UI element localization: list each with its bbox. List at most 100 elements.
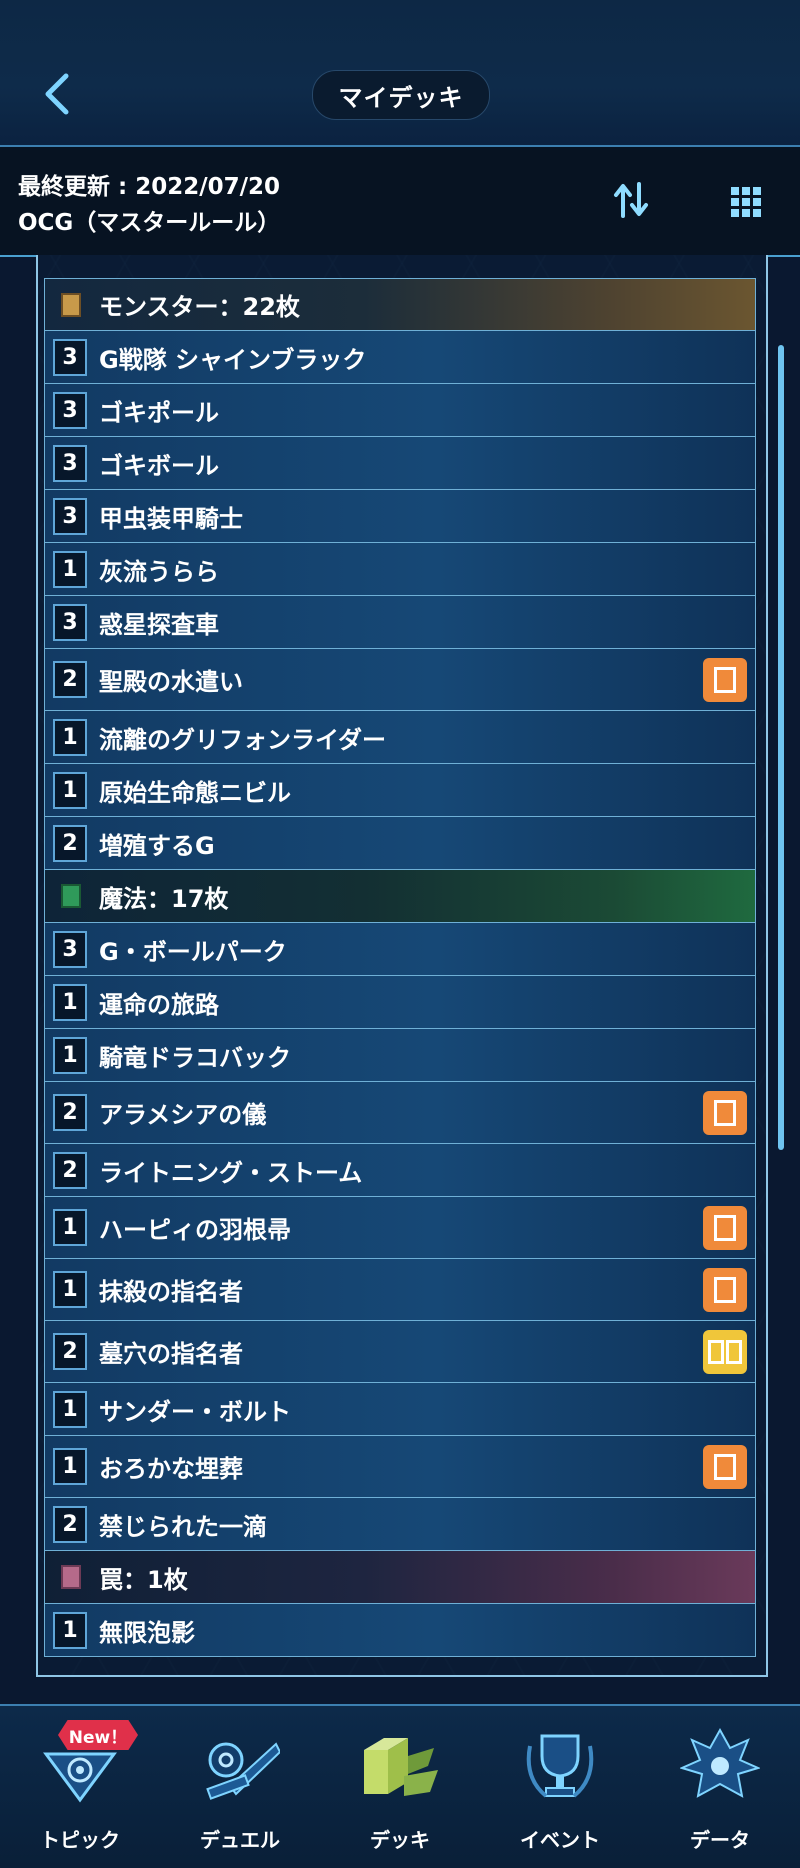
card-count: 2 [53,1333,87,1370]
nav-deck[interactable]: デッキ [320,1706,480,1868]
card-count: 3 [53,603,87,641]
list-item[interactable]: 1 抹殺の指名者 [44,1259,756,1321]
section-header-monster: モンスター：22枚 [44,278,756,331]
nav-label: デュエル [200,1828,280,1852]
card-name: 騎竜ドラコバック [99,1043,291,1072]
last-updated-text: 最終更新 : 2022/07/20 [18,174,281,200]
section-label: モンスター：22枚 [99,293,300,321]
card-name: 増殖するG [99,831,215,860]
deck-format-text: OCG（マスタールール） [18,210,281,236]
card-count: 1 [53,771,87,809]
grid-view-icon[interactable] [730,186,762,218]
card-name: アラメシアの儀 [99,1101,267,1129]
card-count: 3 [53,930,87,968]
list-item[interactable]: 1 サンダー・ボルト [44,1383,756,1436]
semi-limited-icon [703,1329,747,1374]
card-count: 1 [53,1611,87,1649]
nav-duel[interactable]: デュエル [160,1706,320,1868]
limited-icon [703,1444,747,1489]
bottom-nav: New！ トピック デュエル デッキ イベント データ [0,1704,800,1868]
card-name: 惑星探査車 [99,610,219,639]
top-bar: マイデッキ [0,0,800,147]
list-item[interactable]: 3 甲虫装甲騎士 [44,490,756,543]
list-item[interactable]: 3 ゴキポール [44,384,756,437]
card-count: 2 [53,824,87,862]
list-item[interactable]: 1 おろかな埋葬 [44,1436,756,1498]
list-item[interactable]: 3 ゴキボール [44,437,756,490]
card-count: 1 [53,1448,87,1485]
nav-event[interactable]: イベント [480,1706,640,1868]
monster-card-icon [61,292,81,317]
section-header-trap: 罠：1枚 [44,1551,756,1604]
card-count: 2 [53,1151,87,1189]
nav-label: データ [690,1828,750,1852]
card-name: おろかな埋葬 [99,1455,243,1483]
sort-arrows-icon[interactable] [612,180,650,220]
card-name: 聖殿の水遣い [99,668,243,696]
section-label: 魔法：17枚 [99,884,229,913]
card-name: 抹殺の指名者 [99,1278,243,1306]
limited-icon [703,1090,747,1135]
trophy-icon [526,1734,594,1798]
card-count: 2 [53,661,87,698]
list-item[interactable]: 2 禁じられた一滴 [44,1498,756,1551]
card-name: G戦隊 シャインブラック [99,345,367,374]
list-item[interactable]: 1 原始生命態ニビル [44,764,756,817]
card-count: 3 [53,338,87,376]
card-name: 禁じられた一滴 [99,1512,267,1541]
limited-icon [703,1267,747,1312]
nav-label: イベント [520,1828,600,1852]
section-label: 罠：1枚 [99,1565,188,1594]
card-name: 運命の旅路 [99,990,219,1019]
list-item[interactable]: 3 G・ボールパーク [44,923,756,976]
duel-disk-icon [206,1742,280,1800]
list-item[interactable]: 2 ライトニング・ストーム [44,1144,756,1197]
page-title: マイデッキ [312,70,490,120]
card-name: 原始生命態ニビル [99,778,291,807]
list-item[interactable]: 1 ハーピィの羽根帚 [44,1197,756,1259]
limited-icon [703,1205,747,1250]
card-count: 3 [53,497,87,535]
card-name: 墓穴の指名者 [99,1340,243,1368]
card-count: 1 [53,1271,87,1308]
deck-info-bar: 最終更新 : 2022/07/20 OCG（マスタールール） [0,147,800,257]
card-count: 1 [53,1390,87,1428]
list-item[interactable]: 1 無限泡影 [44,1604,756,1657]
list-item[interactable]: 1 運命の旅路 [44,976,756,1029]
card-count: 3 [53,444,87,482]
nav-data[interactable]: データ [640,1706,800,1868]
card-name: 流離のグリフォンライダー [99,725,387,754]
card-name: ライトニング・ストーム [99,1158,363,1187]
new-badge: New！ [58,1720,138,1750]
section-header-spell: 魔法：17枚 [44,870,756,923]
nav-label: デッキ [370,1828,430,1852]
data-character-icon [680,1727,760,1798]
card-count: 3 [53,391,87,429]
card-name: サンダー・ボルト [99,1397,291,1426]
deck-list[interactable]: モンスター：22枚 3 G戦隊 シャインブラック 3 ゴキポール 3 ゴキボール 3甲… [44,278,756,1657]
list-item[interactable]: 2 聖殿の水遣い [44,649,756,711]
list-item[interactable]: 3 G戦隊 シャインブラック [44,331,756,384]
list-item[interactable]: 2 墓穴の指名者 [44,1321,756,1383]
card-count: 1 [53,983,87,1021]
card-count: 1 [53,1036,87,1074]
nav-label: トピック [40,1828,120,1852]
card-name: 甲虫装甲騎士 [99,504,243,533]
list-item[interactable]: 1 流離のグリフォンライダー [44,711,756,764]
card-name: ハーピィの羽根帚 [99,1216,291,1244]
list-item[interactable]: 1 灰流うらら [44,543,756,596]
list-item[interactable]: 3 惑星探査車 [44,596,756,649]
card-name: 灰流うらら [99,557,219,586]
nav-topic[interactable]: New！ トピック [0,1706,160,1868]
card-count: 1 [53,718,87,756]
card-count: 1 [53,550,87,588]
chevron-left-icon[interactable] [38,72,78,116]
list-item[interactable]: 1 騎竜ドラコバック [44,1029,756,1082]
list-item[interactable]: 2 アラメシアの儀 [44,1082,756,1144]
spell-card-icon [61,884,81,908]
card-name: ゴキボール [99,451,219,480]
list-item[interactable]: 2 増殖するG [44,817,756,870]
card-count: 2 [53,1094,87,1131]
scrollbar[interactable] [778,345,784,1150]
trap-card-icon [61,1565,81,1589]
